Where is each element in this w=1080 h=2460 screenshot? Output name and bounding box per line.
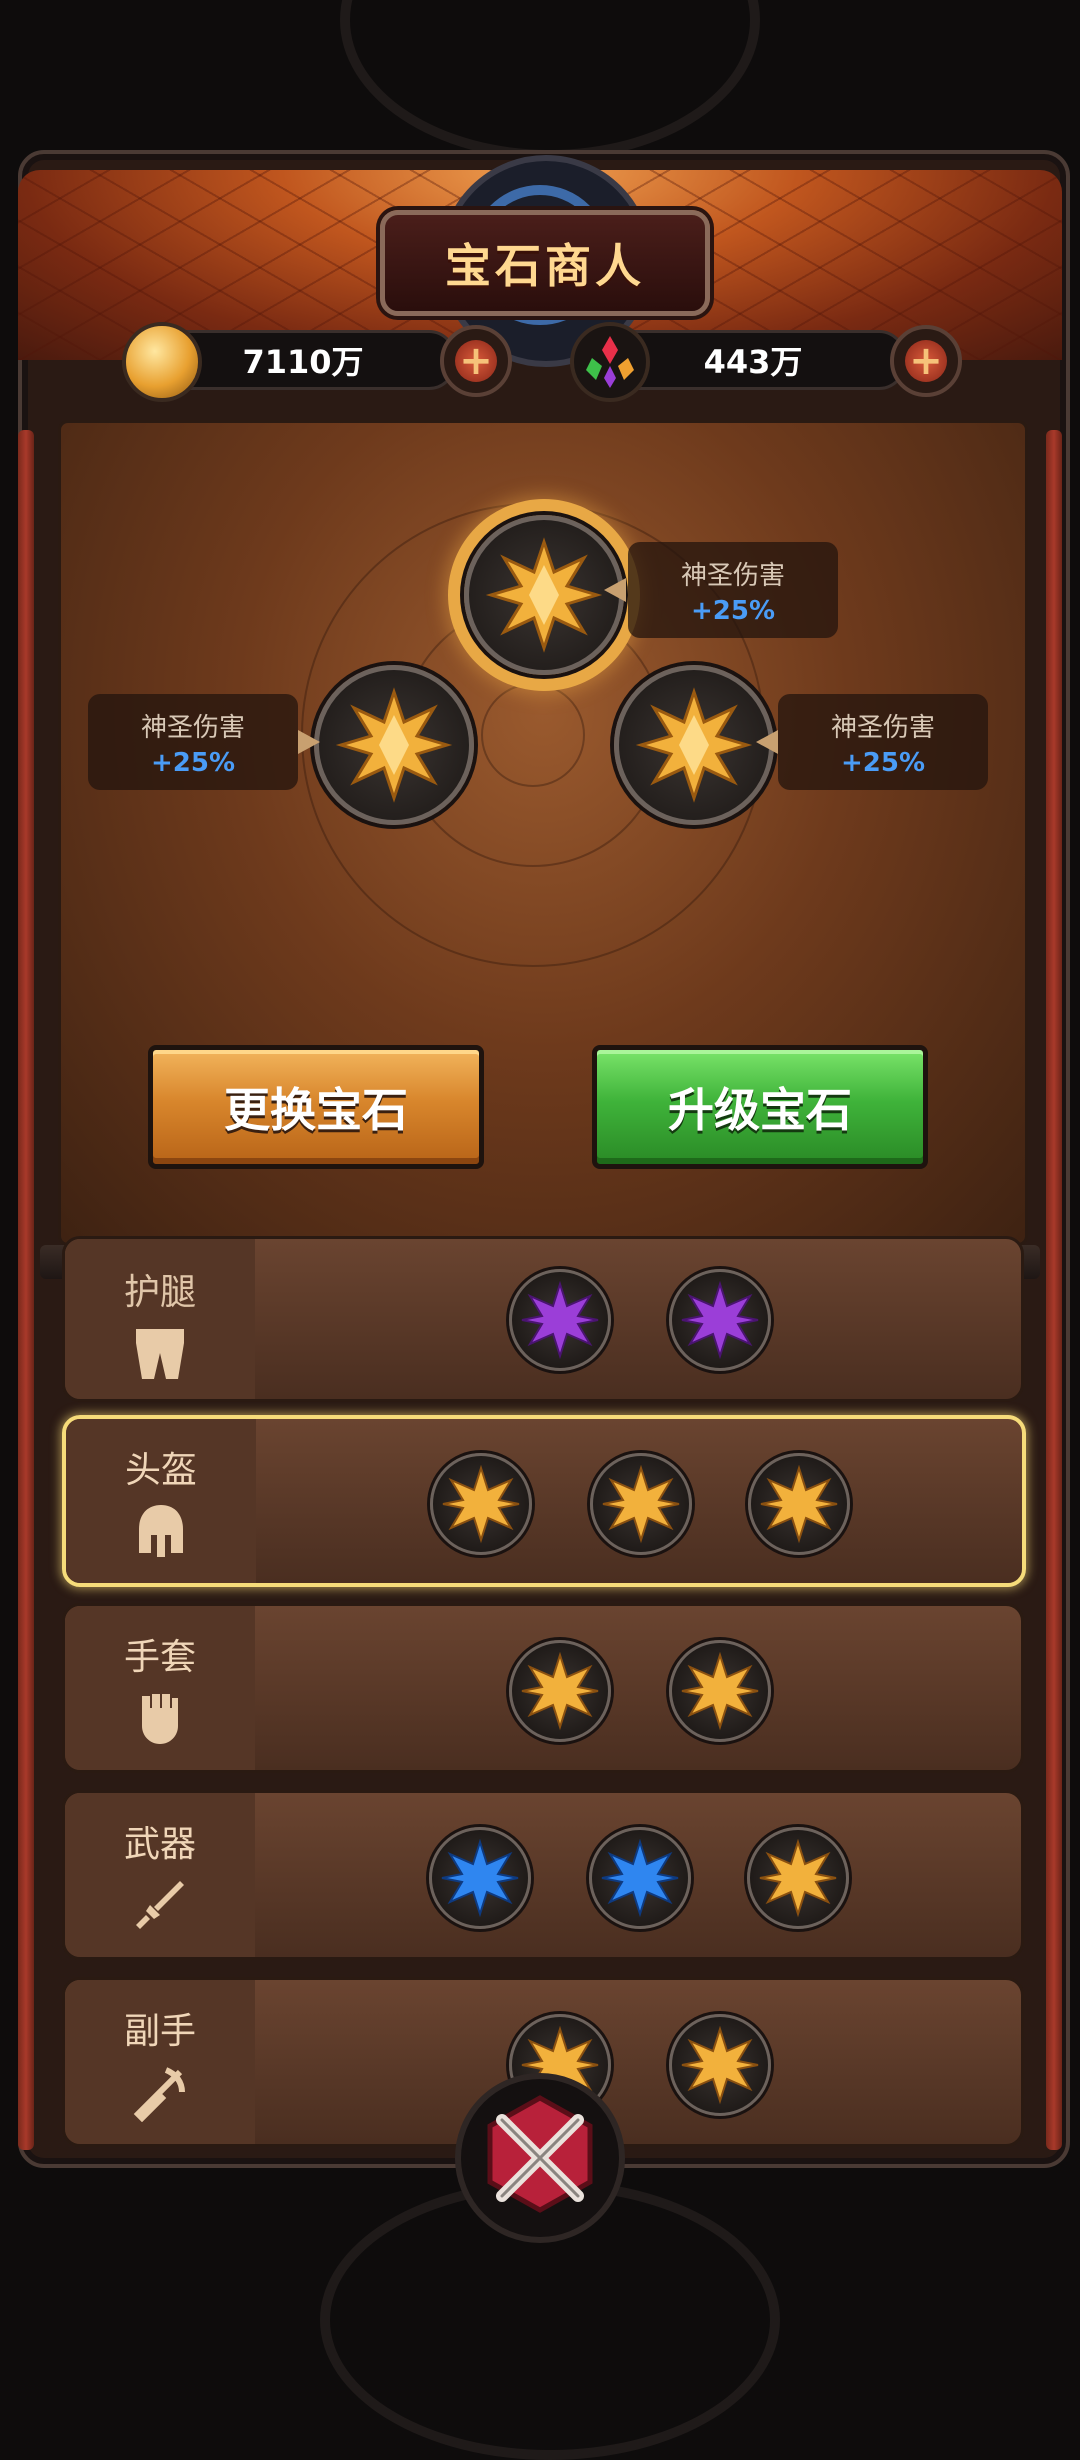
stat-value: +25% (690, 595, 776, 626)
row-label-text: 武器 (123, 1824, 196, 1865)
gem-currency-amount: 443万 (703, 343, 803, 381)
right-rail (1046, 430, 1062, 2150)
row-label: 头盔 (66, 1419, 256, 1583)
battle-crossed-swords-icon[interactable] (452, 2070, 628, 2246)
helmet-icon (139, 1505, 183, 1557)
equipment-row-weapon[interactable]: 武器 (62, 1790, 1024, 1960)
row-label-text: 护腿 (123, 1272, 196, 1313)
gold-gem-icon (335, 687, 453, 803)
sword-icon (136, 1881, 184, 1929)
stat-name: 神圣伤害 (830, 712, 935, 743)
stat-tooltip-left: 神圣伤害 +25% (88, 694, 298, 790)
row-label-text: 手套 (123, 1637, 196, 1678)
swap-gem-button[interactable]: 更换宝石 (148, 1045, 484, 1169)
gold-gem[interactable] (590, 1453, 692, 1555)
plus-icon: + (455, 340, 497, 382)
left-rail (18, 430, 34, 2150)
gold-gem[interactable] (509, 1640, 611, 1742)
page-title: 宝石商人 (445, 239, 645, 293)
gem-bundle-icon (570, 322, 650, 402)
gold-gem-icon (635, 687, 753, 803)
gold-amount: 7110万 (242, 343, 364, 381)
gem-slot-right[interactable] (614, 665, 774, 825)
row-label-text: 副手 (123, 2011, 196, 2052)
row-label: 武器 (65, 1793, 255, 1957)
stat-value: +25% (840, 747, 926, 778)
page-title-box: 宝石商人 (380, 210, 710, 316)
row-label: 护腿 (65, 1239, 255, 1399)
equipment-row-gloves[interactable]: 手套 (62, 1603, 1024, 1773)
purple-gem[interactable] (669, 1269, 771, 1371)
plus-icon: + (905, 340, 947, 382)
gem-slot-top[interactable] (464, 515, 624, 675)
tooltip-arrow (604, 578, 626, 602)
glove-icon (142, 1694, 178, 1744)
gold-gem-icon (485, 537, 603, 653)
add-gold-button[interactable]: + (440, 325, 512, 397)
row-label: 副手 (65, 1980, 255, 2144)
row-label-text: 头盔 (124, 1450, 197, 1491)
add-gem-currency-button[interactable]: + (890, 325, 962, 397)
gem-slot-left[interactable] (314, 665, 474, 825)
rune-circle-center (481, 683, 585, 787)
gold-gem[interactable] (430, 1453, 532, 1555)
equipment-row-helmet[interactable]: 头盔 (62, 1415, 1026, 1587)
purple-gem[interactable] (509, 1269, 611, 1371)
leg-armor-icon (136, 1329, 184, 1379)
stat-tooltip-top: 神圣伤害 +25% (628, 542, 838, 638)
upgrade-gem-button[interactable]: 升级宝石 (592, 1045, 928, 1169)
gold-gem[interactable] (669, 1640, 771, 1742)
row-label: 手套 (65, 1606, 255, 1770)
stat-tooltip-right: 神圣伤害 +25% (778, 694, 988, 790)
stat-name: 神圣伤害 (140, 712, 245, 743)
gold-coin-icon (122, 322, 202, 402)
offhand-icon (133, 2067, 185, 2122)
gold-gem[interactable] (747, 1827, 849, 1929)
stat-value: +25% (150, 747, 236, 778)
blue-gem[interactable] (589, 1827, 691, 1929)
tooltip-arrow (756, 730, 778, 754)
stat-name: 神圣伤害 (680, 560, 785, 591)
background-ornament (340, 0, 760, 160)
blue-gem[interactable] (429, 1827, 531, 1929)
equipment-row-legs[interactable]: 护腿 (62, 1236, 1024, 1402)
gold-gem[interactable] (669, 2014, 771, 2116)
gold-gem[interactable] (748, 1453, 850, 1555)
tooltip-arrow (298, 730, 320, 754)
